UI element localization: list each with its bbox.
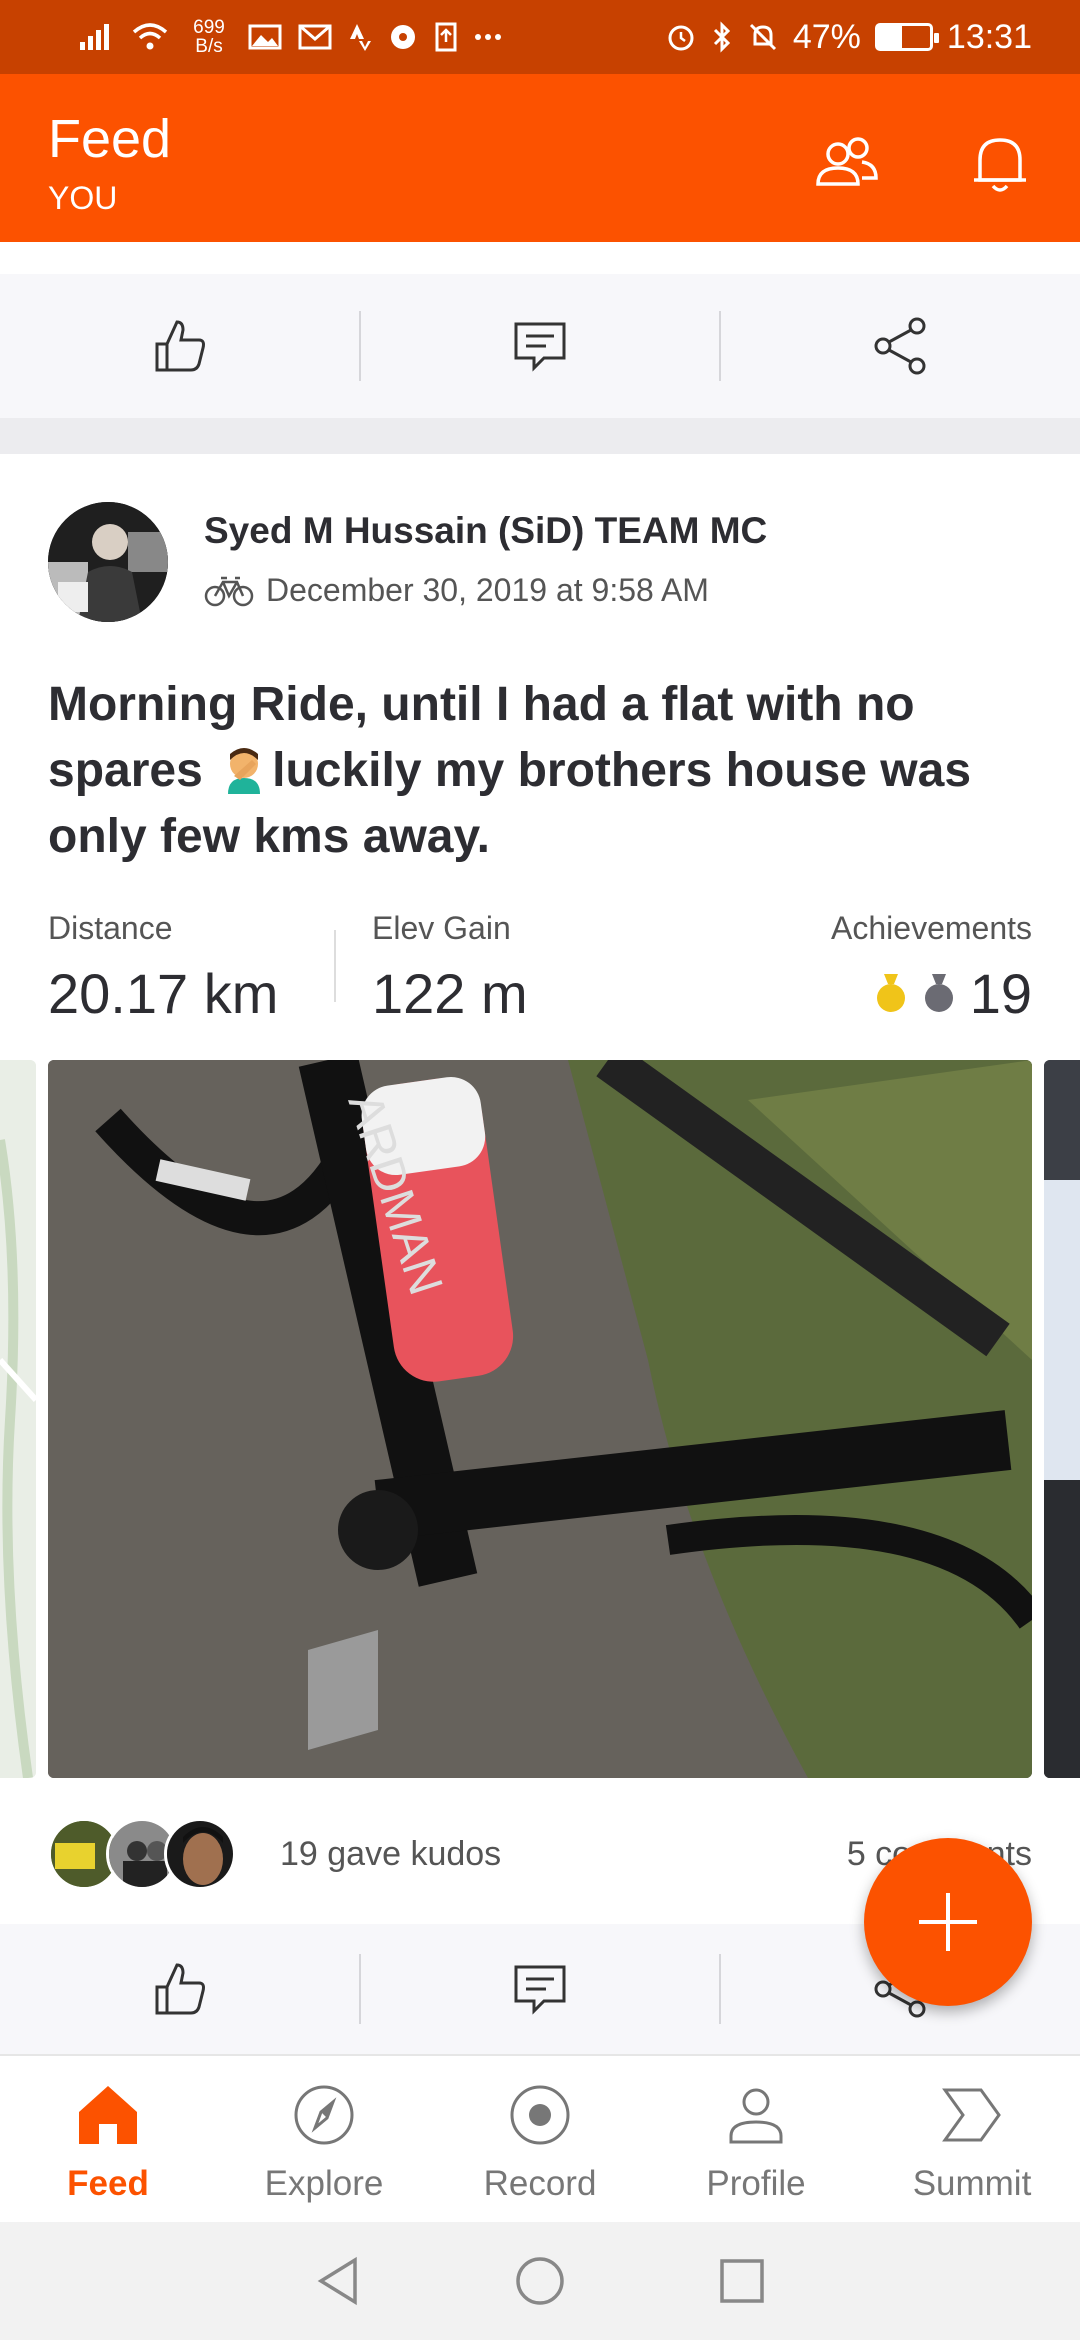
comment-button[interactable] [361, 274, 720, 418]
recents-square-icon[interactable] [717, 2256, 767, 2306]
tab-summit-label: Summit [912, 2164, 1032, 2203]
more-notifications-icon [475, 34, 501, 40]
map-preview [0, 1060, 36, 1778]
share-button[interactable] [721, 274, 1080, 418]
facepalm-emoji-icon [228, 748, 261, 794]
kudo-avatar-image [167, 1821, 233, 1887]
share-icon [874, 317, 926, 375]
stat-achievements-value: 19 [969, 962, 1032, 1025]
soccer-icon [391, 25, 415, 49]
comment-button[interactable] [361, 1924, 720, 2054]
route-map-thumbnail[interactable] [0, 1060, 36, 1778]
bike-icon [204, 576, 254, 606]
activity-date: December 30, 2019 at 9:58 AM [266, 572, 709, 608]
stat-elevation: Elev Gain 122 m [372, 910, 528, 1026]
comment-icon [514, 1965, 566, 2015]
stat-elevation-value: 122 m [372, 962, 528, 1025]
network-speed: 699 B/s [186, 18, 232, 56]
thumbs-up-icon [155, 320, 206, 372]
tab-profile[interactable]: Profile [648, 2056, 864, 2222]
activity-title[interactable]: Morning Ride, until I had a flat with no… [48, 672, 1038, 870]
mail-icon [298, 24, 332, 50]
previous-card-action-bar [0, 274, 1080, 418]
app-bar: Feed YOU [0, 74, 1080, 242]
tab-summit[interactable]: Summit [864, 2056, 1080, 2222]
comment-icon [514, 322, 566, 372]
activity-meta: December 30, 2019 at 9:58 AM [204, 572, 709, 609]
stat-distance-value: 20.17 km [48, 962, 279, 1025]
battery-fill [877, 26, 903, 48]
alarm-icon [668, 25, 694, 51]
kudos-count[interactable]: 19 gave kudos [280, 1835, 501, 1874]
bottom-tab-bar: Feed Explore Record Profile Summit [0, 2054, 1080, 2222]
stat-divider [334, 930, 336, 1002]
wifi-icon [132, 23, 168, 50]
kudos-button[interactable] [0, 274, 359, 418]
kudos-button[interactable] [0, 1924, 359, 2054]
stat-distance: Distance 20.17 km [48, 910, 278, 1026]
page-title: Feed [48, 109, 172, 169]
tab-record[interactable]: Record [432, 2056, 648, 2222]
stat-achievements-label: Achievements [831, 910, 1032, 946]
tab-profile-label: Profile [706, 2164, 806, 2203]
notifications-bell-icon[interactable] [960, 124, 1040, 204]
feed-filter-selector[interactable]: YOU [48, 180, 117, 217]
avatar-photo [48, 502, 168, 622]
athlete-name[interactable]: Syed M Hussain (SiD) TEAM MC [204, 510, 767, 552]
system-navigation-bar [0, 2222, 1080, 2340]
gallery-notification-icon [248, 24, 282, 50]
home-icon [79, 2086, 137, 2144]
next-photo-image [1044, 1060, 1080, 1778]
stat-distance-label: Distance [48, 910, 173, 946]
add-activity-button[interactable] [864, 1838, 1032, 2006]
silver-medal-icon [924, 973, 953, 1012]
activity-photo[interactable]: ARDMAN [48, 1060, 1032, 1778]
battery-icon [874, 23, 939, 51]
bike-photo-image: ARDMAN [48, 1060, 1032, 1778]
kudo-avatar[interactable] [164, 1818, 236, 1890]
stat-elevation-label: Elev Gain [372, 910, 511, 946]
strava-notification-icon [350, 24, 371, 51]
tab-feed[interactable]: Feed [0, 2056, 216, 2222]
previous-card-remnant [0, 242, 1080, 274]
gold-medal-icon [876, 973, 905, 1012]
mute-icon [749, 23, 776, 51]
tab-explore[interactable]: Explore [216, 2056, 432, 2222]
clock: 13:31 [946, 17, 1032, 56]
back-icon[interactable] [313, 2254, 363, 2308]
status-left: 699 B/s [78, 18, 502, 56]
network-speed-value: 699 [193, 17, 225, 38]
find-friends-icon[interactable] [806, 124, 886, 204]
activity-card[interactable]: Syed M Hussain (SiD) TEAM MC December 30… [0, 454, 1080, 1924]
status-right: 47% 13:31 [665, 18, 1032, 57]
plus-icon [919, 1893, 977, 1951]
tab-record-label: Record [483, 2164, 597, 2203]
battery-percent: 47% [792, 17, 861, 56]
card-separator [0, 418, 1080, 454]
tab-explore-label: Explore [264, 2164, 384, 2203]
network-speed-unit: B/s [195, 36, 223, 57]
home-circle-icon[interactable] [513, 2254, 567, 2308]
thumbs-up-icon [155, 1963, 206, 2015]
status-bar: 699 B/s 47% 13:31 [0, 0, 1080, 74]
upload-icon [435, 22, 457, 52]
athlete-avatar[interactable] [48, 502, 168, 622]
bluetooth-icon [713, 21, 730, 53]
tab-feed-label: Feed [67, 2164, 149, 2203]
record-icon [510, 2085, 570, 2145]
screen: 699 B/s 47% 13:31 Feed YOU Syed M Hussai… [0, 0, 1080, 2340]
person-icon [729, 2088, 783, 2144]
stat-achievements[interactable]: Achievements 19 [831, 910, 1032, 1026]
next-photo-thumbnail[interactable] [1044, 1060, 1080, 1778]
signal-icon [80, 24, 109, 50]
summit-icon [942, 2088, 1001, 2142]
compass-icon [294, 2085, 354, 2145]
achievements-row: 19 [831, 961, 1032, 1026]
